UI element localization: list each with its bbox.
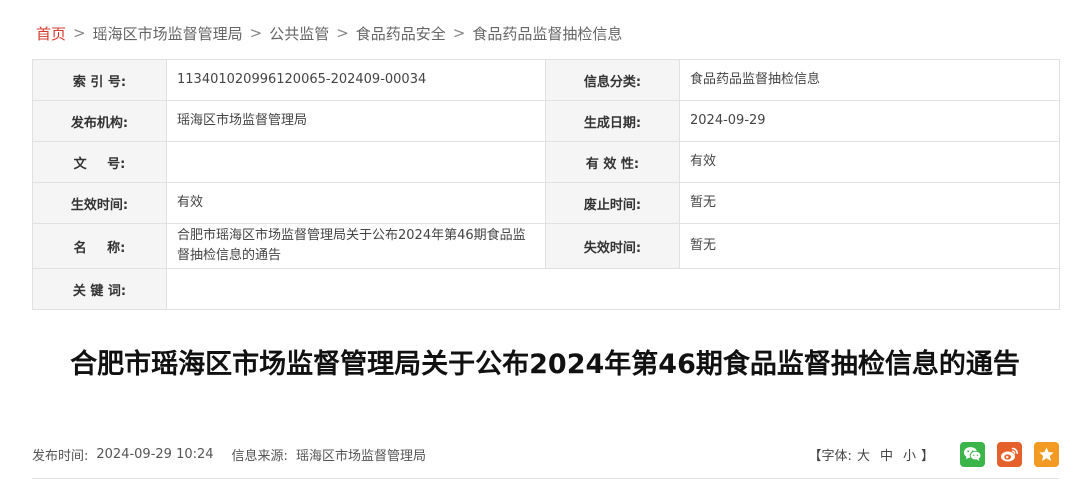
breadcrumb-separator: > [452,24,466,42]
wechat-icon [963,447,982,461]
index-number-label: 索 引 号: [32,59,167,101]
breadcrumb-separator: > [336,24,349,42]
source-value: 瑶海区市场监督管理局 [295,448,426,464]
repeal-time-value: 暂无 [679,182,1060,224]
table-row: 生效时间: 有效 废止时间: 暂无 [32,182,1060,224]
font-size-medium-button[interactable]: 中 [880,445,893,464]
weibo-share-button[interactable] [997,441,1022,467]
font-size-switcher: 【字体: 大 中 小 】 [809,445,934,464]
breadcrumb-separator: > [73,24,86,42]
breadcrumb-separator: > [249,24,263,42]
table-row: 名 称: 合肥市瑶海区市场监督管理局关于公布2024年第46期食品监督抽检信息的… [32,223,1060,269]
publish-time-value: 2024-09-29 10:24 [96,446,214,462]
publisher-value: 瑶海区市场监督管理局 [166,100,546,142]
font-size-large-button[interactable]: 大 [857,445,870,464]
effective-time-value: 有效 [166,182,546,224]
publisher-label: 发布机构: [32,100,167,142]
table-row: 文 号: 有 效 性: 有效 [32,141,1060,183]
breadcrumb-home-link[interactable]: 首页 [36,23,66,44]
document-name-label: 名 称: [32,223,167,269]
effective-time-label: 生效时间: [32,182,167,224]
validity-value: 有效 [679,141,1060,183]
validity-label: 有 效 性: [545,141,680,183]
expire-time-label: 失效时间: [545,223,680,269]
document-number-value [166,141,546,183]
document-metadata-table: 索 引 号: 113401020996120065-202409-00034 信… [32,59,1060,310]
keywords-label: 关 键 词: [32,268,167,310]
category-value: 食品药品监督抽检信息 [679,59,1060,101]
breadcrumb-item-public-supervision[interactable]: 公共监管 [269,23,329,44]
table-row: 发布机构: 瑶海区市场监督管理局 生成日期: 2024-09-29 [32,100,1060,142]
category-label: 信息分类: [545,59,680,101]
article-title: 合肥市瑶海区市场监督管理局关于公布2024年第46期食品监督抽检信息的通告 [70,349,1020,380]
divider [32,478,1059,479]
weibo-icon [1001,447,1018,461]
repeal-time-label: 废止时间: [545,182,680,224]
breadcrumb-item-food-drug-safety[interactable]: 食品药品安全 [356,23,446,44]
index-number-value: 113401020996120065-202409-00034 [166,59,546,101]
breadcrumb-item-inspection-info[interactable]: 食品药品监督抽检信息 [472,23,622,44]
publish-time-label: 发布时间: [32,448,89,464]
favorite-share-button[interactable] [1034,441,1059,467]
font-size-suffix: 】 [920,448,934,464]
wechat-share-button[interactable] [960,441,985,467]
table-row: 索 引 号: 113401020996120065-202409-00034 信… [32,59,1060,101]
table-row: 关 键 词: [32,268,1060,310]
keywords-value [166,268,1060,310]
breadcrumb: 首页 > 瑶海区市场监督管理局 > 公共监管 > 食品药品安全 > 食品药品监督… [36,22,622,44]
star-icon [1039,446,1054,461]
breadcrumb-item-bureau[interactable]: 瑶海区市场监督管理局 [93,23,243,44]
source-label: 信息来源: [231,448,288,464]
font-size-small-button[interactable]: 小 [903,445,916,464]
article-info-bar: 发布时间: 2024-09-29 10:24 信息来源: 瑶海区市场监督管理局 … [32,441,1059,467]
document-number-label: 文 号: [32,141,167,183]
expire-time-value: 暂无 [679,223,1060,269]
created-date-value: 2024-09-29 [679,100,1060,142]
created-date-label: 生成日期: [545,100,680,142]
font-size-prefix: 【字体: [808,448,852,464]
document-name-value: 合肥市瑶海区市场监督管理局关于公布2024年第46期食品监督抽检信息的通告 [166,223,546,269]
